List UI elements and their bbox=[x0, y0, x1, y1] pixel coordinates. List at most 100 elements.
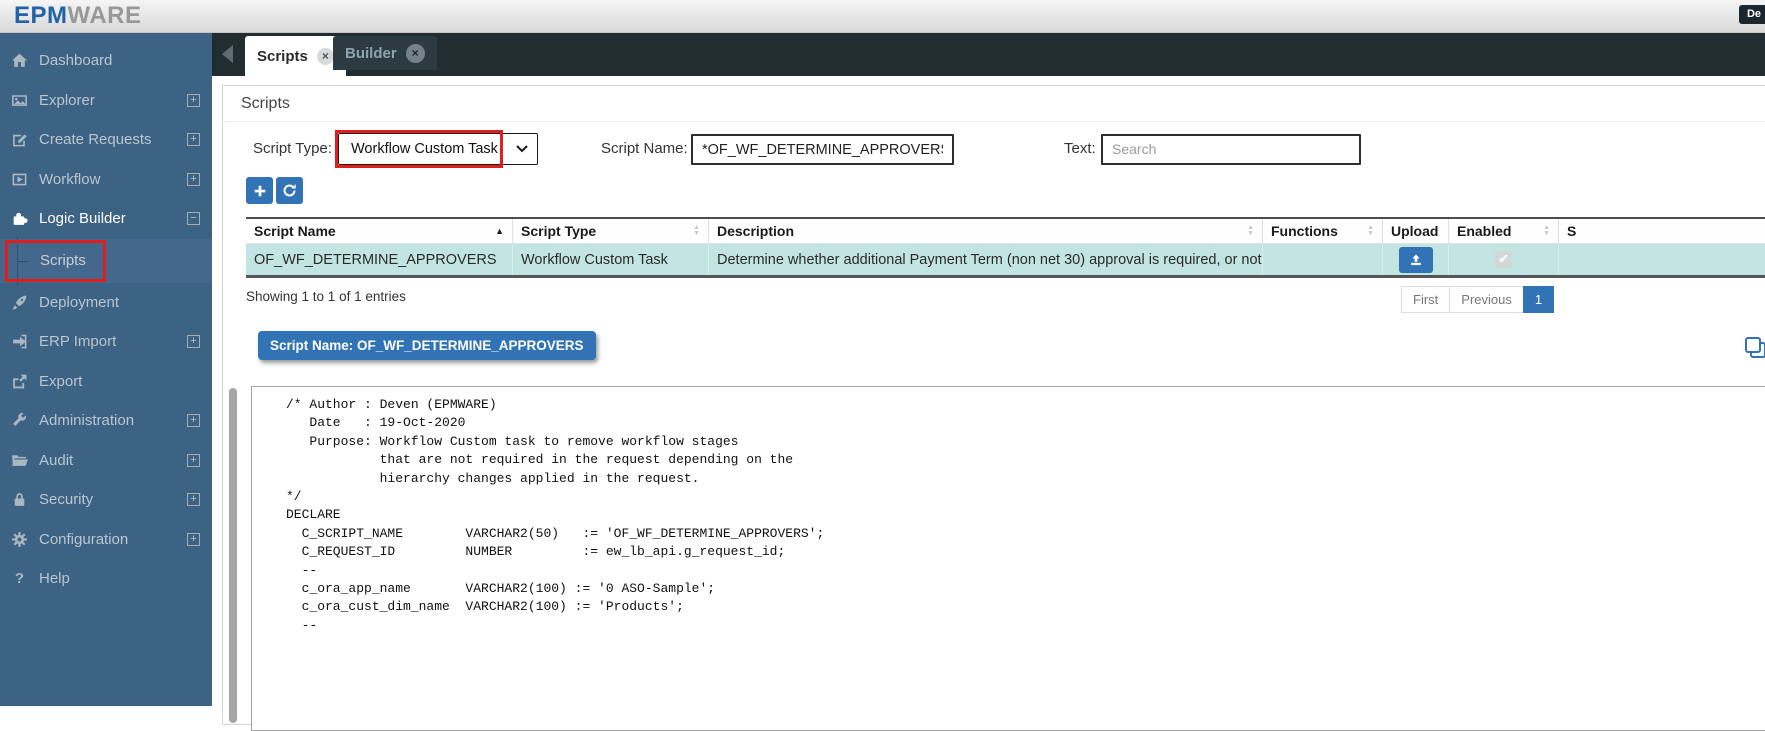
sidebar-item-dashboard[interactable]: Dashboard bbox=[0, 41, 212, 81]
close-icon[interactable]: × bbox=[405, 43, 425, 63]
sidebar-item-label: Explorer bbox=[39, 91, 95, 109]
sidebar-item-deployment[interactable]: Deployment bbox=[0, 283, 212, 323]
logo-ware: WARE bbox=[67, 2, 142, 29]
sidebar-item-label: Deployment bbox=[39, 293, 120, 311]
edit-icon bbox=[13, 134, 27, 147]
scripts-table: Script Name ▲ Script Type ▲ ▼ Description… bbox=[246, 217, 1765, 278]
script-name-input[interactable] bbox=[691, 134, 954, 165]
upload-icon bbox=[1410, 253, 1421, 265]
expand-icon[interactable]: + bbox=[187, 532, 200, 546]
cell-script-name: OF_WF_DETERMINE_APPROVERS bbox=[246, 244, 513, 275]
question-icon: ? bbox=[14, 570, 25, 588]
cell-functions bbox=[1263, 244, 1383, 275]
gear-icon bbox=[12, 531, 27, 547]
tab-label: Builder bbox=[345, 44, 397, 62]
sidebar-item-security[interactable]: Security + bbox=[0, 480, 212, 520]
lock-icon bbox=[14, 493, 25, 507]
column-header-upload[interactable]: Upload bbox=[1383, 219, 1449, 243]
sidebar-item-label: Export bbox=[39, 372, 83, 390]
close-icon[interactable]: × bbox=[316, 47, 334, 65]
sign-in-icon bbox=[13, 334, 27, 349]
sort-icon: ▲ ▼ bbox=[1543, 224, 1550, 237]
epmware-logo: EPMWARE bbox=[14, 2, 142, 30]
table-row[interactable]: OF_WF_DETERMINE_APPROVERS Workflow Custo… bbox=[246, 244, 1765, 278]
column-header-script-name[interactable]: Script Name ▲ bbox=[246, 219, 513, 243]
sort-icon: ▲ ▼ bbox=[693, 224, 700, 237]
tab-scripts[interactable]: Scripts × bbox=[245, 36, 346, 76]
script-name-label: Script Name: bbox=[601, 140, 688, 157]
script-code: /* Author : Deven (EPMWARE) Date : 19-Oc… bbox=[286, 397, 825, 633]
sidebar-item-label: Administration bbox=[39, 412, 135, 430]
expand-icon[interactable]: + bbox=[187, 172, 200, 186]
script-type-select[interactable]: Workflow Custom Task bbox=[338, 133, 538, 165]
refresh-icon bbox=[283, 184, 296, 197]
column-header-cutoff[interactable]: S bbox=[1559, 219, 1765, 243]
expand-icon[interactable]: + bbox=[187, 133, 200, 147]
sidebar-item-explorer[interactable]: Explorer + bbox=[0, 81, 212, 121]
script-type-label: Script Type: bbox=[253, 140, 332, 157]
wrench-icon bbox=[13, 413, 26, 427]
play-icon bbox=[12, 173, 27, 186]
sidebar-item-label: Configuration bbox=[39, 530, 129, 548]
column-header-functions[interactable]: Functions ▲ ▼ bbox=[1263, 219, 1383, 243]
script-type-value: Workflow Custom Task bbox=[351, 141, 498, 157]
text-search-input[interactable] bbox=[1101, 134, 1361, 165]
upload-button[interactable] bbox=[1398, 246, 1433, 273]
folder-icon bbox=[12, 454, 28, 466]
cell-enabled: ✔ bbox=[1449, 244, 1559, 275]
pagination-previous[interactable]: Previous bbox=[1449, 286, 1524, 313]
cell-upload bbox=[1383, 244, 1449, 275]
sidebar-item-create-requests[interactable]: Create Requests + bbox=[0, 120, 212, 160]
chevron-down-icon bbox=[516, 145, 528, 153]
vertical-scrollbar[interactable] bbox=[229, 388, 237, 723]
expand-icon[interactable]: + bbox=[187, 335, 200, 349]
sidebar-item-scripts[interactable]: Scripts bbox=[0, 236, 212, 285]
add-button[interactable] bbox=[246, 177, 273, 204]
column-header-enabled[interactable]: Enabled ▲ ▼ bbox=[1449, 219, 1559, 243]
sidebar-item-erp-import[interactable]: ERP Import + bbox=[0, 322, 212, 362]
logo-epm: EPM bbox=[14, 2, 68, 29]
user-badge[interactable]: De bbox=[1738, 5, 1765, 24]
expand-icon[interactable]: + bbox=[187, 453, 200, 467]
share-icon bbox=[13, 374, 27, 389]
tab-bar: Scripts × Builder × bbox=[212, 33, 1765, 76]
pagination: First Previous 1 bbox=[1401, 286, 1555, 313]
puzzle-icon bbox=[13, 213, 28, 226]
sidebar-item-administration[interactable]: Administration + bbox=[0, 401, 212, 441]
sidebar-item-help[interactable]: ? Help bbox=[0, 559, 212, 599]
sidebar-item-configuration[interactable]: Configuration + bbox=[0, 520, 212, 560]
chevron-left-icon[interactable] bbox=[222, 45, 233, 63]
sidebar-item-label: Dashboard bbox=[39, 52, 113, 70]
script-code-viewer: /* Author : Deven (EPMWARE) Date : 19-Oc… bbox=[251, 386, 1765, 731]
column-header-description[interactable]: Description ▲ ▼ bbox=[709, 219, 1263, 243]
expand-icon[interactable]: + bbox=[187, 493, 200, 507]
sidebar-item-logic-builder[interactable]: Logic Builder − bbox=[0, 199, 212, 239]
sort-asc-icon: ▲ bbox=[495, 226, 504, 236]
pagination-first[interactable]: First bbox=[1401, 286, 1451, 313]
sidebar-item-label: Audit bbox=[39, 451, 74, 469]
collapse-icon[interactable]: − bbox=[187, 212, 200, 226]
top-bar: EPMWARE De bbox=[0, 0, 1765, 33]
table-header-row: Script Name ▲ Script Type ▲ ▼ Description… bbox=[246, 217, 1765, 244]
column-header-script-type[interactable]: Script Type ▲ ▼ bbox=[513, 219, 709, 243]
red-annotation-box bbox=[5, 239, 106, 282]
sidebar-item-export[interactable]: Export bbox=[0, 362, 212, 402]
plus-icon bbox=[254, 185, 265, 196]
sidebar-item-label: Workflow bbox=[39, 170, 101, 188]
cell-script-type: Workflow Custom Task bbox=[513, 244, 709, 275]
pagination-page-1[interactable]: 1 bbox=[1522, 286, 1555, 313]
sidebar-item-label: Logic Builder bbox=[39, 210, 126, 228]
expand-icon[interactable]: + bbox=[187, 414, 200, 428]
script-name-badge: Script Name: OF_WF_DETERMINE_APPROVERS bbox=[258, 331, 596, 360]
cell-cutoff bbox=[1559, 244, 1765, 275]
scripts-panel: Scripts Script Type: Workflow Custom Tas… bbox=[222, 85, 1765, 731]
sidebar-item-workflow[interactable]: Workflow + bbox=[0, 160, 212, 200]
expand-icon[interactable]: + bbox=[187, 93, 200, 107]
refresh-button[interactable] bbox=[276, 177, 303, 204]
tab-builder[interactable]: Builder × bbox=[333, 36, 437, 70]
sidebar-item-audit[interactable]: Audit + bbox=[0, 441, 212, 481]
rocket-icon bbox=[12, 295, 27, 310]
copy-icon[interactable] bbox=[1743, 335, 1765, 361]
enabled-checkbox[interactable]: ✔ bbox=[1495, 251, 1512, 268]
home-icon bbox=[12, 53, 27, 68]
